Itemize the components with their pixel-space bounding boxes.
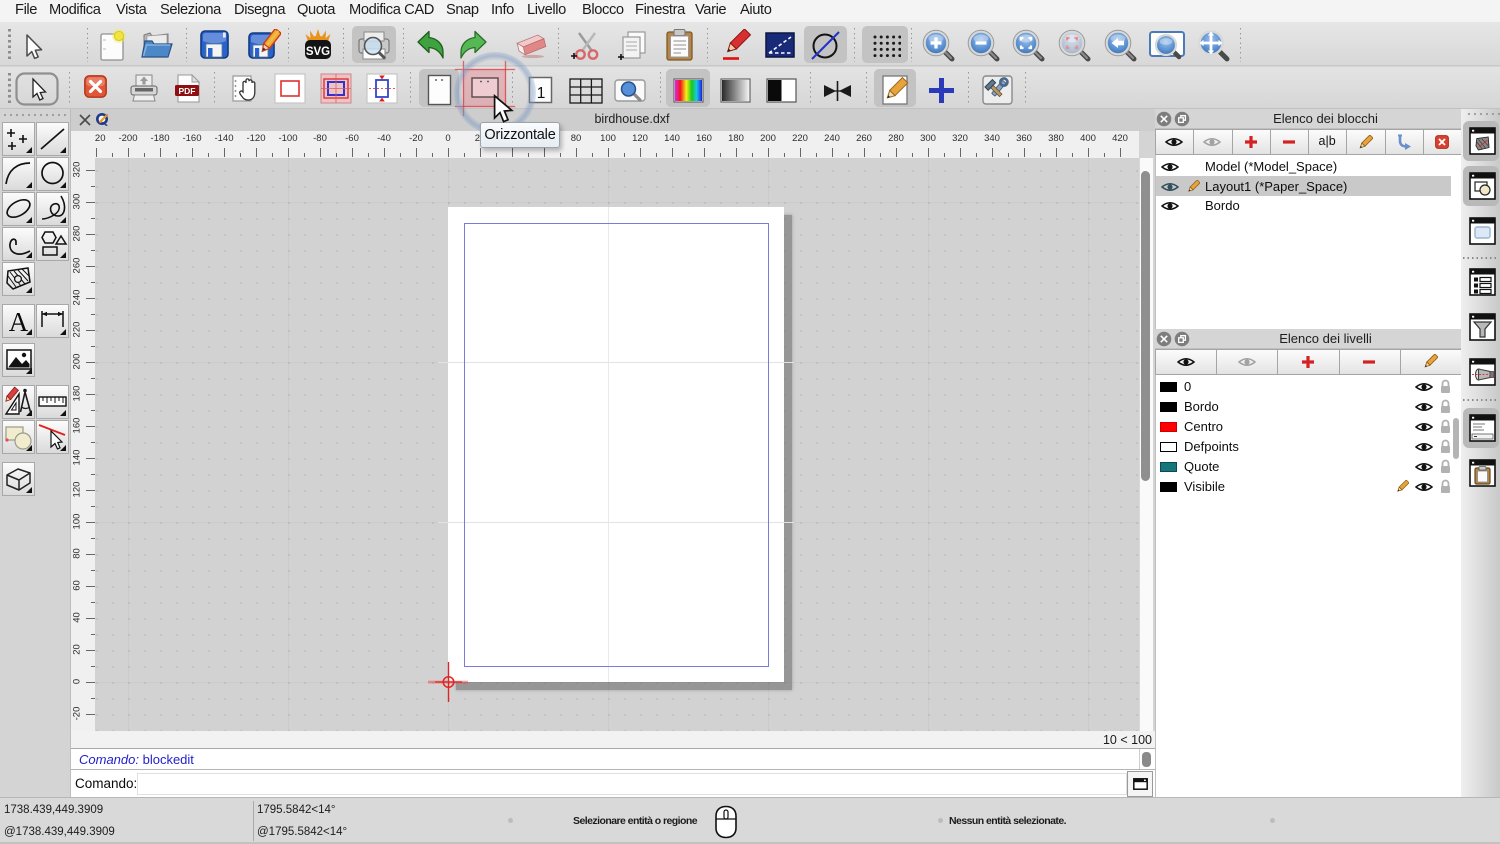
svg-text:PDF: PDF <box>179 86 196 96</box>
svg-text:1: 1 <box>537 85 546 102</box>
svg-text:SVG: SVG <box>306 46 330 58</box>
